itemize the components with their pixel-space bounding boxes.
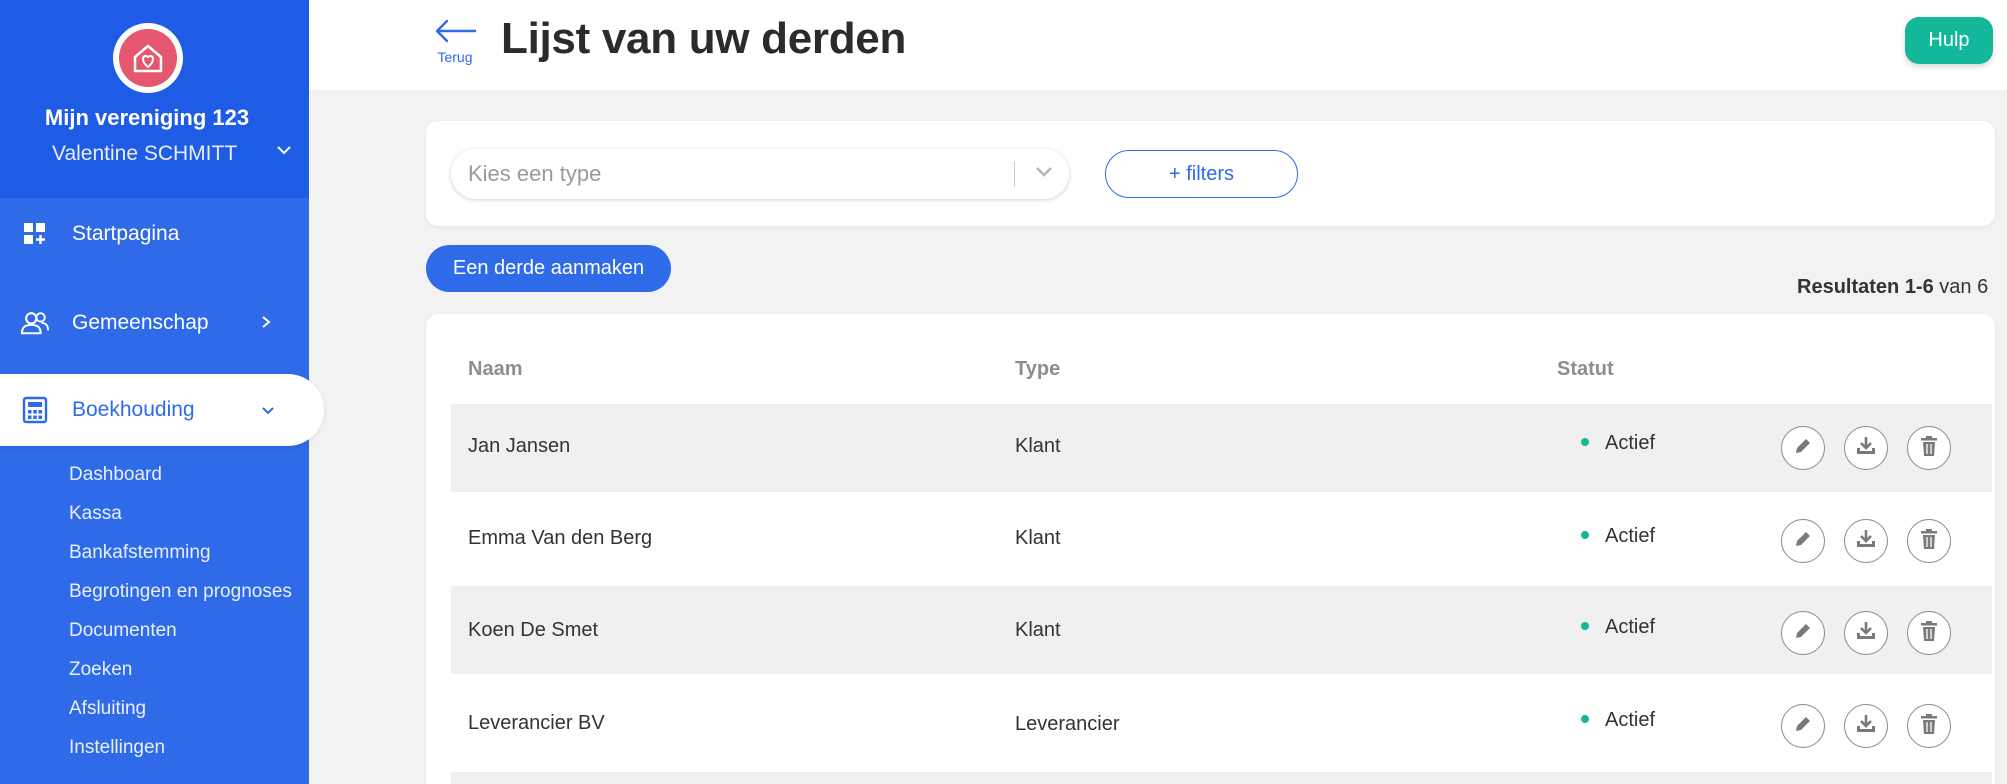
subnav-item-kassa[interactable]: Kassa	[69, 501, 292, 540]
status-text: Actief	[1605, 432, 1656, 454]
subnav-item-documenten[interactable]: Documenten	[69, 618, 292, 657]
row-type: Klant	[1015, 435, 1061, 457]
column-header-type[interactable]: Type	[1015, 358, 1060, 381]
sidebar-item-boekhouding[interactable]: Boekhouding	[0, 374, 324, 446]
subnav-item-bankafstemming[interactable]: Bankafstemming	[69, 540, 292, 579]
select-separator	[1014, 161, 1015, 187]
subnav-item-zoeken[interactable]: Zoeken	[69, 657, 292, 696]
download-icon	[1855, 435, 1877, 462]
row-name: Leverancier BV	[468, 712, 605, 734]
status-badge: Actief	[1581, 525, 1655, 548]
sidebar-header: Mijn vereniging 123 Valentine SCHMITT	[0, 0, 309, 198]
sidebar-subnav: Dashboard Kassa Bankafstemming Begroting…	[69, 462, 292, 774]
row-type: Leverancier	[1015, 713, 1120, 735]
chevron-right-icon	[261, 311, 271, 335]
status-badge: Actief	[1581, 709, 1655, 732]
subnav-item-instellingen[interactable]: Instellingen	[69, 735, 292, 774]
chevron-down-icon[interactable]	[276, 143, 292, 161]
download-button[interactable]	[1844, 426, 1888, 470]
row-type: Klant	[1015, 619, 1061, 641]
row-name: Koen De Smet	[468, 619, 599, 641]
page-title: Lijst van uw derden	[501, 14, 907, 63]
create-third-party-button[interactable]: Een derde aanmaken	[426, 245, 671, 292]
trash-icon	[1919, 713, 1939, 740]
sidebar: Mijn vereniging 123 Valentine SCHMITT St…	[0, 0, 324, 784]
delete-button[interactable]	[1907, 611, 1951, 655]
download-button[interactable]	[1844, 611, 1888, 655]
download-button[interactable]	[1844, 704, 1888, 748]
pencil-icon	[1793, 529, 1813, 554]
status-text: Actief	[1605, 616, 1656, 638]
edit-button[interactable]	[1781, 519, 1825, 563]
trash-icon	[1919, 435, 1939, 462]
download-icon	[1855, 620, 1877, 647]
users-icon	[21, 309, 49, 337]
type-select[interactable]: Kies een type	[451, 149, 1069, 199]
row-name: Emma Van den Berg	[468, 527, 653, 549]
status-dot	[1581, 530, 1589, 539]
filter-card: Kies een type + filters	[426, 121, 1995, 226]
results-prefix: Resultaten	[1797, 276, 1900, 298]
third-parties-table: Naam Type Statut Jan Jansen Klant Actief…	[426, 314, 1995, 784]
results-range: 1-6	[1904, 276, 1934, 298]
subnav-item-begrotingen[interactable]: Begrotingen en prognoses	[69, 579, 292, 618]
back-label: Terug	[437, 49, 473, 65]
sidebar-item-label: Startpagina	[72, 222, 180, 245]
results-suffix: van 6	[1939, 276, 1989, 298]
status-text: Actief	[1605, 525, 1656, 547]
user-name[interactable]: Valentine SCHMITT	[52, 142, 237, 166]
back-button[interactable]: Terug	[428, 18, 482, 65]
status-badge: Actief	[1581, 616, 1655, 639]
delete-button[interactable]	[1907, 519, 1951, 563]
sidebar-item-startpagina[interactable]: Startpagina	[0, 202, 309, 266]
delete-button[interactable]	[1907, 704, 1951, 748]
dashboard-icon	[21, 220, 49, 248]
filters-button[interactable]: + filters	[1105, 150, 1298, 198]
results-count: Resultaten 1-6 van 6	[1797, 276, 1988, 299]
table-row[interactable]: Leverancier BV Leverancier Actief	[451, 679, 1992, 767]
status-dot	[1581, 437, 1589, 446]
org-logo[interactable]	[113, 23, 183, 93]
trash-icon	[1919, 528, 1939, 555]
table-row[interactable]	[451, 772, 1992, 784]
sidebar-item-gemeenschap[interactable]: Gemeenschap	[0, 291, 309, 355]
status-badge: Actief	[1581, 432, 1655, 455]
pencil-icon	[1793, 714, 1813, 739]
subnav-item-dashboard[interactable]: Dashboard	[69, 462, 292, 501]
type-select-placeholder: Kies een type	[468, 161, 602, 186]
subnav-item-afsluiting[interactable]: Afsluiting	[69, 696, 292, 735]
download-icon	[1855, 528, 1877, 555]
calculator-icon	[21, 396, 49, 424]
pencil-icon	[1793, 621, 1813, 646]
edit-button[interactable]	[1781, 426, 1825, 470]
arrow-left-icon	[433, 19, 477, 48]
chevron-down-icon	[261, 398, 275, 422]
page-header: Terug Lijst van uw derden Hulp	[309, 0, 2007, 90]
status-text: Actief	[1605, 709, 1656, 731]
row-name: Jan Jansen	[468, 435, 571, 457]
edit-button[interactable]	[1781, 611, 1825, 655]
pencil-icon	[1793, 436, 1813, 461]
delete-button[interactable]	[1907, 426, 1951, 470]
download-button[interactable]	[1844, 519, 1888, 563]
status-dot	[1581, 621, 1589, 630]
download-icon	[1855, 713, 1877, 740]
table-row[interactable]: Koen De Smet Klant Actief	[451, 586, 1992, 674]
edit-button[interactable]	[1781, 704, 1825, 748]
status-dot	[1581, 714, 1589, 723]
table-row[interactable]: Emma Van den Berg Klant Actief	[451, 497, 1992, 585]
help-button[interactable]: Hulp	[1905, 17, 1993, 64]
chevron-down-icon[interactable]	[1034, 165, 1054, 184]
org-name: Mijn vereniging 123	[44, 105, 250, 130]
sidebar-item-label: Boekhouding	[72, 398, 195, 421]
sidebar-item-label: Gemeenschap	[72, 311, 209, 334]
house-heart-icon	[119, 29, 177, 87]
trash-icon	[1919, 620, 1939, 647]
column-header-naam[interactable]: Naam	[468, 358, 522, 381]
column-header-statut[interactable]: Statut	[1557, 358, 1614, 381]
table-row[interactable]: Jan Jansen Klant Actief	[451, 404, 1992, 492]
row-type: Klant	[1015, 527, 1061, 549]
